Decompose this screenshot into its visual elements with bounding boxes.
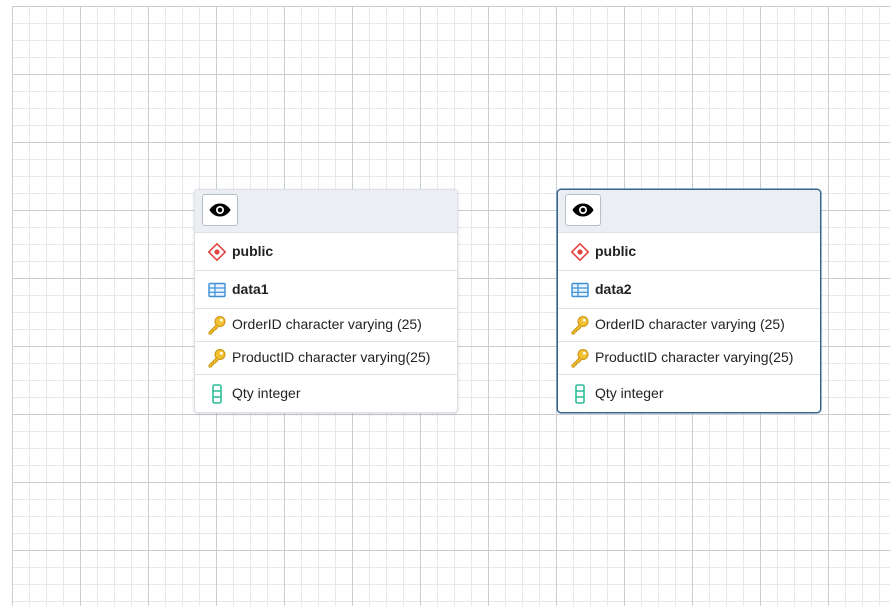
column-icon bbox=[207, 383, 227, 404]
column-label: ProductID character varying(25) bbox=[595, 349, 794, 365]
table-node-data2[interactable]: public data2 OrderID character varying (… bbox=[557, 189, 821, 413]
column-row: Qty integer bbox=[558, 375, 820, 412]
key-icon bbox=[570, 348, 590, 367]
column-label: OrderID character varying (25) bbox=[595, 316, 785, 332]
column-label: OrderID character varying (25) bbox=[232, 316, 422, 332]
column-label: ProductID character varying(25) bbox=[232, 349, 431, 365]
eye-icon bbox=[572, 203, 594, 217]
canvas-left-edge bbox=[0, 0, 12, 606]
schema-name: public bbox=[232, 243, 274, 259]
eye-icon bbox=[209, 203, 231, 217]
key-icon bbox=[570, 315, 590, 334]
schema-row: public bbox=[558, 233, 820, 271]
table-name: data1 bbox=[232, 281, 269, 297]
column-row: Qty integer bbox=[195, 375, 457, 412]
key-icon bbox=[207, 348, 227, 367]
table-node-header[interactable] bbox=[195, 190, 457, 233]
column-row: OrderID character varying (25) bbox=[195, 309, 457, 342]
table-node-data1[interactable]: public data1 OrderID character varying (… bbox=[194, 189, 458, 413]
toggle-details-button[interactable] bbox=[202, 194, 238, 226]
table-row: data2 bbox=[558, 271, 820, 309]
schema-row: public bbox=[195, 233, 457, 271]
column-label: Qty integer bbox=[595, 385, 664, 401]
column-row: ProductID character varying(25) bbox=[558, 342, 820, 375]
schema-icon bbox=[207, 242, 227, 261]
table-icon bbox=[207, 280, 227, 299]
toggle-details-button[interactable] bbox=[565, 194, 601, 226]
schema-name: public bbox=[595, 243, 637, 259]
canvas-top-edge bbox=[0, 0, 890, 6]
table-row: data1 bbox=[195, 271, 457, 309]
table-icon bbox=[570, 280, 590, 299]
column-row: OrderID character varying (25) bbox=[558, 309, 820, 342]
table-node-header[interactable] bbox=[558, 190, 820, 233]
schema-icon bbox=[570, 242, 590, 261]
column-label: Qty integer bbox=[232, 385, 301, 401]
key-icon bbox=[207, 315, 227, 334]
column-icon bbox=[570, 383, 590, 404]
column-row: ProductID character varying(25) bbox=[195, 342, 457, 375]
table-name: data2 bbox=[595, 281, 632, 297]
